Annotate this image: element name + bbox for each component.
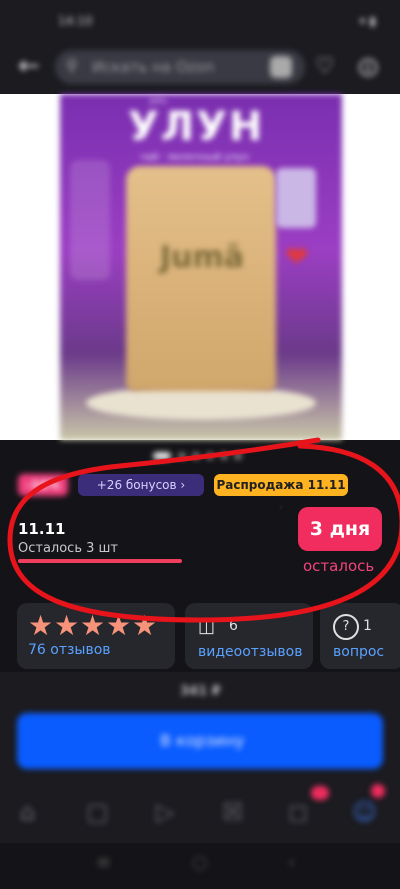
questions-count: 1: [363, 618, 372, 634]
days-left-badge: 3 дня: [298, 507, 382, 551]
star-icon: ★: [80, 609, 106, 642]
photo-stand: [86, 386, 316, 420]
home-button-icon[interactable]: ○: [192, 852, 208, 873]
gallery-dot[interactable]: [206, 452, 214, 460]
star-icon: ★: [54, 609, 80, 642]
photo-decoration: [70, 160, 110, 280]
share-icon[interactable]: 🛈: [358, 54, 378, 88]
photo-subtitle: чай · молочный улун: [140, 152, 250, 163]
stock-progress-bar: [18, 559, 182, 563]
bonus-badge[interactable]: +26 бонусов ›: [78, 474, 204, 496]
search-placeholder: Искать на Ozon: [92, 58, 215, 76]
sale-badge[interactable]: Распродажа 11.11 ›: [214, 474, 348, 514]
chevron-right-icon: ›: [278, 500, 284, 514]
star-icon: ★: [132, 609, 158, 642]
cart-count-badge: [311, 786, 329, 800]
star-icon: ★: [106, 609, 132, 642]
photo-decoration: [276, 168, 316, 228]
bonus-badge-label: +26 бонусов: [96, 478, 177, 492]
play-icon[interactable]: ▷: [156, 798, 174, 826]
recents-icon[interactable]: ≡: [96, 852, 111, 873]
heart-icon: ❤: [285, 240, 309, 273]
favorite-icon[interactable]: ♡: [315, 54, 335, 79]
back-nav-icon[interactable]: ‹: [288, 852, 295, 873]
gallery-dot[interactable]: [178, 452, 186, 460]
questions-link[interactable]: вопрос: [333, 644, 384, 660]
star-icon: ★: [28, 609, 54, 642]
camera-icon[interactable]: [270, 56, 292, 78]
cart-icon[interactable]: ◻: [288, 798, 308, 826]
video-icon: ◫: [198, 616, 216, 637]
search-icon: ⚲: [66, 56, 78, 75]
pouch-logo: Jumā: [160, 240, 245, 275]
catalog-icon[interactable]: ▢: [86, 798, 109, 826]
gallery-dot-active[interactable]: [153, 452, 171, 460]
home-icon[interactable]: ⌂: [20, 798, 35, 826]
favorites-icon[interactable]: ☒: [222, 798, 244, 826]
profile-badge: [371, 784, 385, 798]
discount-badge: -16%: [18, 474, 68, 496]
video-reviews-count: 6: [229, 618, 238, 634]
bottom-nav: [0, 787, 400, 843]
status-time: 14:10: [58, 14, 93, 28]
add-to-cart-label: В корзину: [160, 731, 245, 750]
days-left-caption: осталось: [303, 557, 375, 575]
sale-date: 11.11: [18, 520, 66, 538]
status-icons: ▾ ▮: [359, 14, 376, 28]
photo-title: УЛУН: [128, 104, 265, 150]
sale-badge-label: Распродажа 11.11: [216, 478, 346, 492]
gallery-dot[interactable]: [234, 452, 242, 460]
stock-left-text: Осталось 3 шт: [18, 541, 118, 556]
tea-pouch: [126, 166, 276, 391]
video-reviews-link[interactable]: видеоотзывов: [198, 644, 303, 660]
reviews-link[interactable]: 76 отзывов: [28, 642, 111, 658]
back-button[interactable]: ←: [18, 52, 46, 80]
chevron-right-icon: ›: [180, 478, 186, 492]
gallery-dot[interactable]: [220, 452, 228, 460]
gallery-dot[interactable]: [192, 452, 200, 460]
question-icon: ?: [333, 614, 359, 640]
profile-icon[interactable]: ☺: [352, 798, 377, 826]
price: 341 ₽: [180, 684, 221, 699]
